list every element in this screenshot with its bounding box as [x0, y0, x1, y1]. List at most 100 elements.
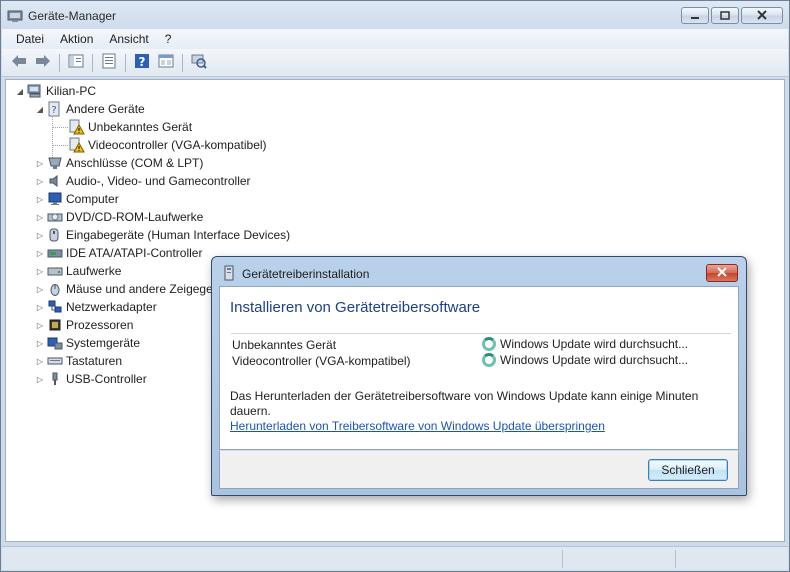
device-name: Videocontroller (VGA-kompatibel): [232, 354, 411, 368]
tree-item-label: Andere Geräte: [66, 102, 145, 116]
input-device-icon: [46, 227, 64, 243]
expand-triangle-icon[interactable]: ▷: [34, 231, 46, 240]
spinner-icon: [482, 337, 496, 351]
maximize-icon: [720, 9, 730, 23]
tree-item-video-controller[interactable]: Videocontroller (VGA-kompatibel): [68, 136, 267, 154]
driver-install-dialog: Gerätetreiberinstallation Installieren v…: [211, 256, 747, 496]
collapse-triangle-icon[interactable]: ◢: [14, 87, 26, 96]
menu-aktion[interactable]: Aktion: [52, 32, 101, 46]
dialog-close-button[interactable]: [706, 264, 738, 282]
tree-item-unknown-device[interactable]: Unbekanntes Gerät: [68, 118, 192, 136]
properties-icon: [101, 53, 117, 72]
svg-text:?: ?: [139, 55, 146, 69]
tree-item-label: Tastaturen: [66, 354, 123, 368]
skip-windows-update-link[interactable]: Herunterladen von Treibersoftware von Wi…: [230, 419, 605, 433]
tree-item-other-devices[interactable]: ◢ ? Andere Geräte: [34, 100, 145, 118]
toolbar-separator: [125, 53, 126, 72]
dialog-title: Gerätetreiberinstallation: [242, 267, 370, 281]
tree-item-label: Eingabegeräte (Human Interface Devices): [66, 228, 291, 242]
spinner-icon: [482, 353, 496, 367]
expand-triangle-icon[interactable]: ▷: [34, 213, 46, 222]
tree-item-label: Videocontroller (VGA-kompatibel): [88, 138, 267, 152]
processor-icon: [46, 317, 64, 333]
back-button[interactable]: [8, 52, 30, 74]
tree-item-drives[interactable]: ▷ Laufwerke: [34, 262, 121, 280]
help-icon: ?: [134, 53, 150, 72]
expand-triangle-icon[interactable]: ▷: [34, 375, 46, 384]
back-arrow-icon: [11, 54, 27, 71]
tree-item-label: Netzwerkadapter: [66, 300, 157, 314]
tree-item-mice[interactable]: ▷ Mäuse und andere Zeigegeräte: [34, 280, 233, 298]
expand-triangle-icon[interactable]: ▷: [34, 285, 46, 294]
tree-item-dvd[interactable]: ▷ DVD/CD-ROM-Laufwerke: [34, 208, 203, 226]
tree-item-keyboards[interactable]: ▷ Tastaturen: [34, 352, 122, 370]
collapse-triangle-icon[interactable]: ◢: [34, 105, 46, 114]
tree-item-ports[interactable]: ▷ Anschlüsse (COM & LPT): [34, 154, 203, 172]
tree-item-label: IDE ATA/ATAPI-Controller: [66, 246, 203, 260]
device-status: Windows Update wird durchsucht...: [482, 337, 688, 351]
expand-triangle-icon[interactable]: ▷: [34, 177, 46, 186]
title-bar[interactable]: Geräte-Manager: [1, 1, 789, 31]
tree-item-usb[interactable]: ▷ USB-Controller: [34, 370, 147, 388]
monitor-icon: [46, 191, 64, 207]
expand-triangle-icon[interactable]: ▷: [34, 195, 46, 204]
tree-item-label: Audio-, Video- und Gamecontroller: [66, 174, 251, 188]
expand-triangle-icon[interactable]: ▷: [34, 321, 46, 330]
device-status-text: Windows Update wird durchsucht...: [500, 353, 689, 367]
warning-device-icon: [68, 119, 86, 135]
minimize-icon: [690, 9, 700, 23]
console-tree-icon: [68, 54, 84, 71]
properties-button[interactable]: [98, 52, 120, 74]
tree-item-audio[interactable]: ▷ Audio-, Video- und Gamecontroller: [34, 172, 251, 190]
help-button[interactable]: ?: [131, 52, 153, 74]
tree-item-label: Anschlüsse (COM & LPT): [66, 156, 204, 170]
network-adapter-icon: [46, 299, 64, 315]
close-dialog-button[interactable]: Schließen: [648, 459, 728, 481]
menu-help[interactable]: ?: [157, 32, 180, 46]
expand-triangle-icon[interactable]: ▷: [34, 339, 46, 348]
status-bar: [2, 546, 788, 570]
tree-connector: [52, 145, 68, 146]
hard-drive-icon: [46, 263, 64, 279]
tree-item-ide[interactable]: ▷ IDE ATA/ATAPI-Controller: [34, 244, 203, 262]
minimize-button[interactable]: [681, 7, 709, 24]
expand-triangle-icon[interactable]: ▷: [34, 249, 46, 258]
close-button[interactable]: [741, 7, 783, 24]
mouse-icon: [46, 281, 64, 297]
toolbar-separator: [92, 53, 93, 72]
tree-item-system[interactable]: ▷ Systemgeräte: [34, 334, 140, 352]
tree-item-network[interactable]: ▷ Netzwerkadapter: [34, 298, 157, 316]
divider: [231, 333, 731, 334]
device-manager-icon: [7, 8, 23, 24]
dialog-footer: Schließen: [219, 450, 739, 489]
close-icon: [717, 266, 727, 280]
forward-button[interactable]: [32, 52, 54, 74]
scan-hardware-button[interactable]: [188, 52, 210, 74]
keyboard-icon: [46, 353, 64, 369]
driver-install-icon: [221, 265, 237, 281]
tree-item-root[interactable]: ◢ Kilian-PC: [14, 82, 96, 100]
maximize-button[interactable]: [711, 7, 739, 24]
info-text: Das Herunterladen der Gerätetreibersoftw…: [230, 389, 699, 418]
warning-device-icon: [68, 137, 86, 153]
toolbar-separator: [182, 53, 183, 72]
view-button[interactable]: [155, 52, 177, 74]
menu-ansicht[interactable]: Ansicht: [101, 32, 156, 46]
device-name: Unbekanntes Gerät: [232, 338, 337, 352]
expand-triangle-icon[interactable]: ▷: [34, 159, 46, 168]
tree-item-processors[interactable]: ▷ Prozessoren: [34, 316, 133, 334]
menu-datei[interactable]: Datei: [8, 32, 52, 46]
unknown-device-icon: ?: [46, 101, 64, 117]
close-icon: [757, 9, 767, 23]
tree-item-hid[interactable]: ▷ Eingabegeräte (Human Interface Devices…: [34, 226, 290, 244]
expand-triangle-icon[interactable]: ▷: [34, 303, 46, 312]
expand-triangle-icon[interactable]: ▷: [34, 357, 46, 366]
tree-item-label: DVD/CD-ROM-Laufwerke: [66, 210, 204, 224]
device-status: Windows Update wird durchsucht...: [482, 353, 688, 367]
device-status-text: Windows Update wird durchsucht...: [500, 337, 689, 351]
dialog-heading: Installieren von Gerätetreibersoftware: [230, 299, 481, 316]
console-tree-button[interactable]: [65, 52, 87, 74]
tree-item-label: Kilian-PC: [46, 84, 97, 98]
tree-item-computer[interactable]: ▷ Computer: [34, 190, 119, 208]
expand-triangle-icon[interactable]: ▷: [34, 267, 46, 276]
